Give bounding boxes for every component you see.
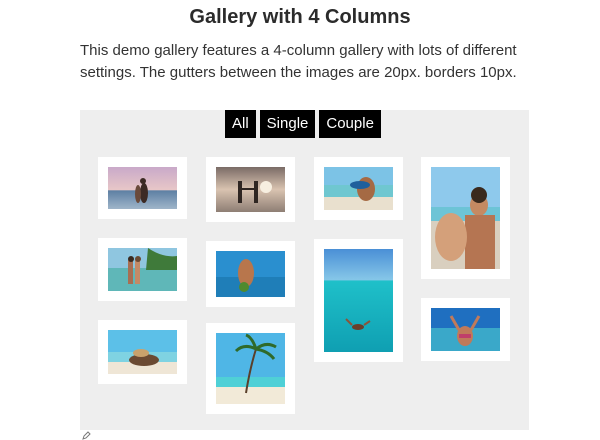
gallery-thumb[interactable]	[314, 239, 403, 362]
gallery-thumb[interactable]	[421, 298, 510, 361]
gallery-thumb[interactable]	[421, 157, 510, 279]
filter-all-button[interactable]: All	[225, 110, 256, 138]
edit-link[interactable]	[82, 431, 91, 440]
gallery-thumb[interactable]	[98, 238, 187, 301]
gallery-thumb[interactable]	[98, 157, 187, 219]
filter-bar: All Single Couple	[225, 110, 381, 138]
photo-couple-sunset	[108, 167, 177, 209]
gallery-description: This demo gallery features a 4-column ga…	[80, 42, 517, 81]
gallery-thumb[interactable]	[314, 157, 403, 220]
filter-single-button[interactable]: Single	[259, 110, 316, 138]
edit-icon	[82, 431, 91, 440]
gallery-container: All Single Couple	[80, 110, 529, 430]
photo-palm-beach	[216, 333, 285, 404]
gallery-thumb[interactable]	[206, 157, 295, 222]
photo-woman-coconut	[216, 251, 285, 297]
photo-couple-holding-hands	[216, 167, 285, 212]
gallery-thumb[interactable]	[206, 241, 295, 307]
page-title: Gallery with 4 Columns	[189, 6, 411, 28]
gallery-thumb[interactable]	[206, 323, 295, 414]
photo-man-carrying-woman	[324, 167, 393, 210]
photo-smiling-man	[431, 167, 500, 269]
photo-woman-arms-raised	[431, 308, 500, 351]
filter-couple-button[interactable]: Couple	[319, 110, 381, 138]
photo-couple-kissing-water	[108, 248, 177, 291]
photo-swimmer-turquoise	[324, 249, 393, 352]
photo-woman-sunhat	[108, 330, 177, 374]
gallery-thumb[interactable]	[98, 320, 187, 384]
